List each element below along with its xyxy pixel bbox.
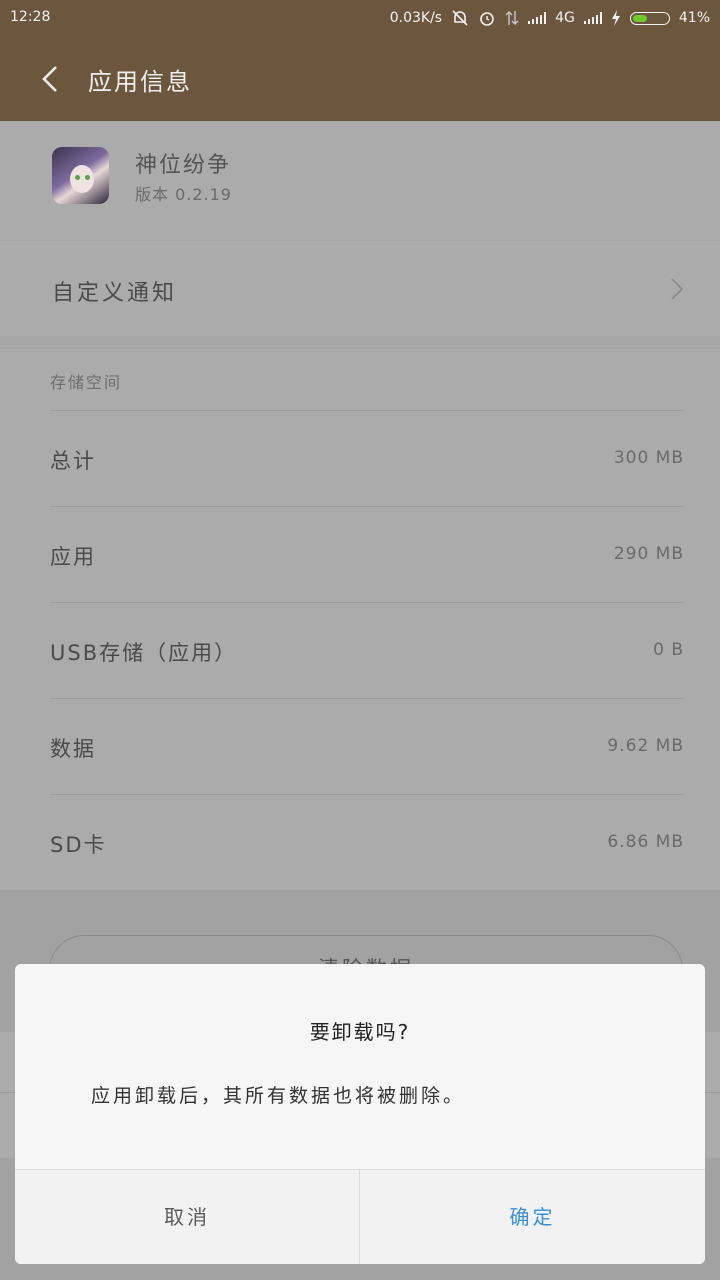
status-time: 12:28 bbox=[10, 9, 51, 25]
storage-row-label: USB存储（应用） bbox=[50, 641, 238, 665]
app-version: 版本 0.2.19 bbox=[135, 185, 232, 204]
dialog-title: 要卸载吗? bbox=[309, 1020, 411, 1044]
custom-notification-label: 自定义通知 bbox=[52, 281, 178, 306]
storage-row-value: 290 MB bbox=[613, 544, 684, 564]
chevron-right-icon bbox=[671, 278, 684, 300]
storage-row-total: 总计 300 MB bbox=[50, 410, 684, 507]
app-bar: 应用信息 bbox=[0, 36, 720, 121]
custom-notification-item[interactable]: 自定义通知 bbox=[0, 241, 720, 336]
app-name: 神位纷争 bbox=[135, 153, 232, 178]
signal-icon bbox=[528, 12, 547, 24]
storage-row-app: 应用 290 MB bbox=[50, 506, 684, 603]
storage-row-sd: SD卡 6.86 MB bbox=[50, 794, 684, 891]
storage-row-usb: USB存储（应用） 0 B bbox=[50, 602, 684, 699]
status-bar: 12:28 0.03K/s 4G 41% bbox=[0, 0, 720, 36]
storage-row-value: 9.62 MB bbox=[607, 736, 684, 756]
mute-bell-icon bbox=[452, 10, 468, 26]
charging-bolt-icon bbox=[611, 10, 620, 26]
storage-row-value: 6.86 MB bbox=[607, 832, 684, 852]
network-type: 4G bbox=[555, 10, 575, 26]
signal-icon-2 bbox=[583, 12, 602, 24]
storage-header: 存储空间 bbox=[50, 373, 123, 392]
uninstall-dialog: 要卸载吗? 应用卸载后，其所有数据也将被删除。 取消 确定 bbox=[15, 964, 705, 1264]
storage-row-value: 300 MB bbox=[613, 448, 684, 468]
back-arrow-icon[interactable] bbox=[38, 64, 66, 94]
app-header: 神位纷争 版本 0.2.19 bbox=[0, 121, 720, 240]
battery-percent: 41% bbox=[678, 10, 710, 26]
storage-row-value: 0 B bbox=[653, 640, 684, 660]
confirm-button[interactable]: 确定 bbox=[360, 1170, 705, 1264]
storage-row-label: 数据 bbox=[50, 737, 96, 761]
status-icons: 0.03K/s 4G 41% bbox=[390, 9, 710, 27]
battery-icon bbox=[629, 11, 670, 25]
storage-row-label: SD卡 bbox=[50, 833, 107, 857]
cancel-button[interactable]: 取消 bbox=[15, 1170, 360, 1264]
app-icon bbox=[52, 147, 109, 204]
dialog-buttons: 取消 确定 bbox=[15, 1169, 705, 1264]
data-arrows-icon bbox=[505, 11, 519, 25]
dialog-message: 应用卸载后，其所有数据也将被删除。 bbox=[91, 1085, 466, 1107]
net-speed: 0.03K/s bbox=[389, 10, 443, 26]
alarm-icon bbox=[480, 12, 494, 26]
page-title: 应用信息 bbox=[88, 68, 192, 96]
storage-row-label: 应用 bbox=[50, 545, 96, 569]
storage-row-label: 总计 bbox=[50, 449, 96, 473]
storage-row-data: 数据 9.62 MB bbox=[50, 698, 684, 795]
storage-section: 存储空间 总计 300 MB 应用 290 MB USB存储（应用） 0 B 数… bbox=[0, 349, 720, 890]
